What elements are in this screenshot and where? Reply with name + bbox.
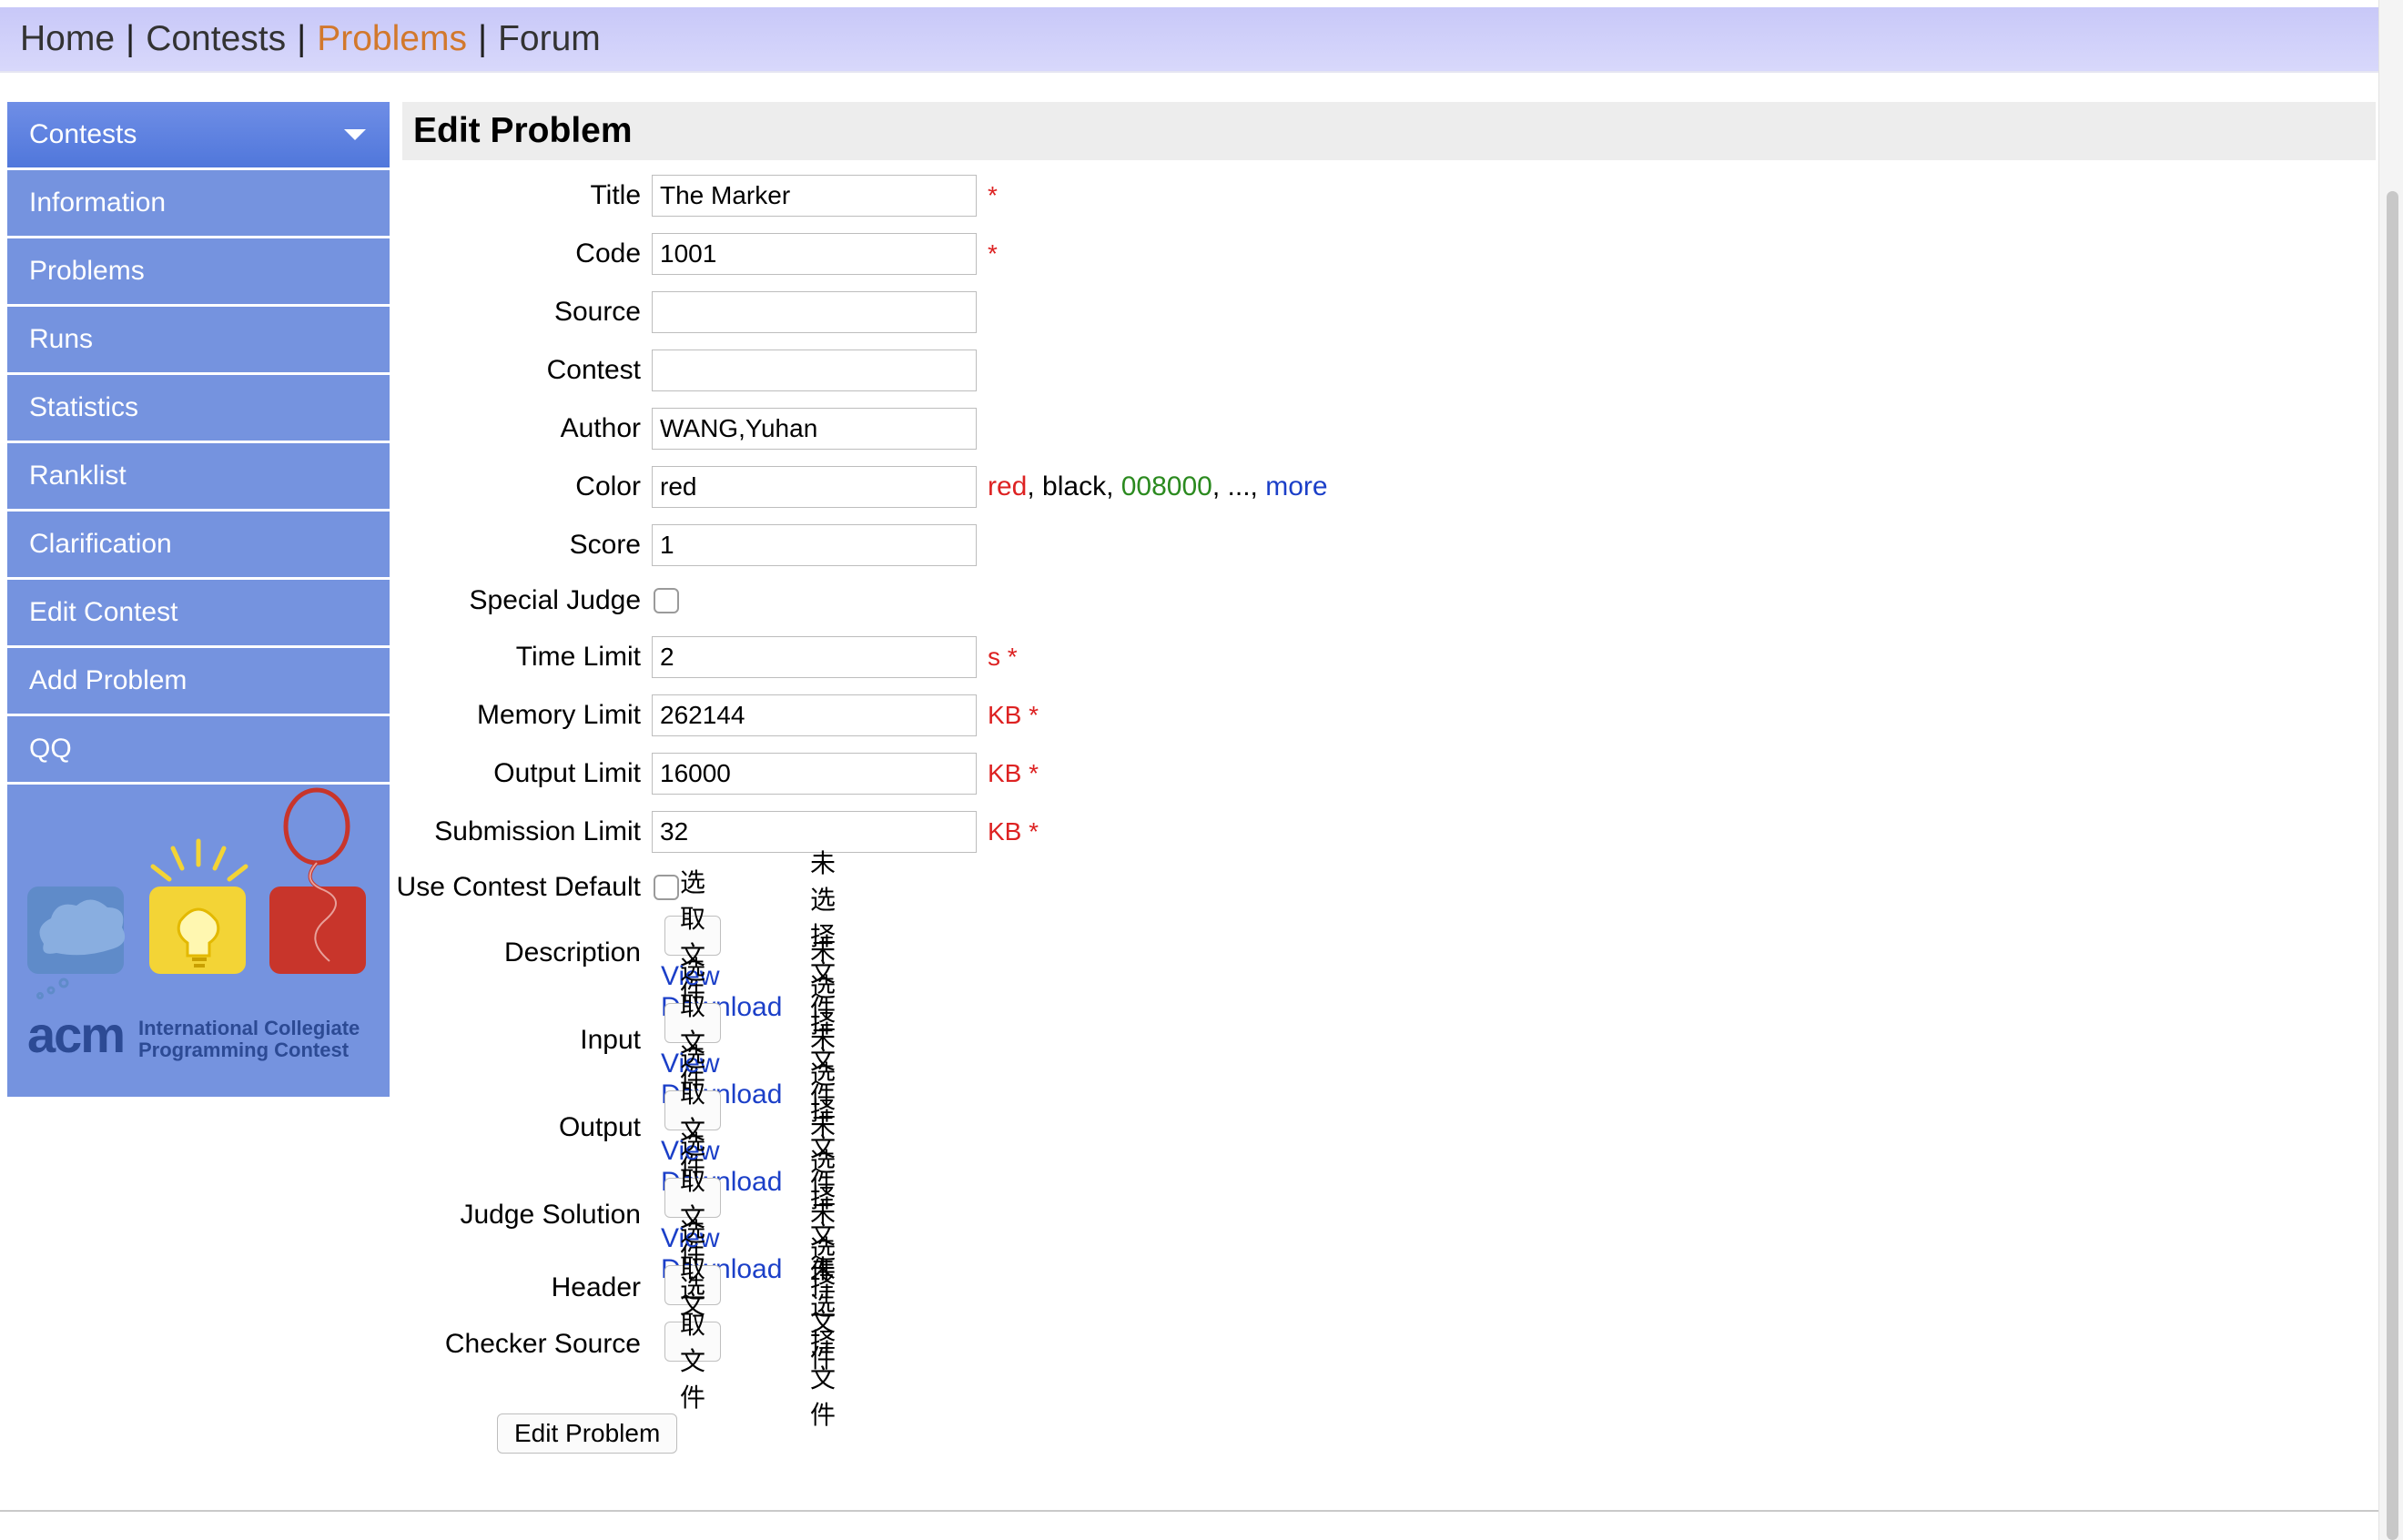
color-hint-sep: , (1027, 471, 1043, 502)
page-title: Edit Problem (402, 102, 2376, 160)
sidebar-item-add-problem[interactable]: Add Problem (7, 648, 390, 714)
special-judge-checkbox[interactable] (654, 588, 679, 613)
color-hint: red, black, 008000, ..., more (988, 471, 1328, 502)
author-label: Author (560, 413, 641, 443)
title-label: Title (590, 180, 641, 210)
row-memory-limit: Memory Limit KB * (400, 694, 1039, 737)
special-judge-label: Special Judge (469, 585, 641, 615)
row-special-judge: Special Judge (400, 579, 679, 623)
code-label: Code (575, 238, 641, 268)
sidebar-item-statistics[interactable]: Statistics (7, 375, 390, 441)
sidebar-item-runs[interactable]: Runs (7, 307, 390, 372)
sidebar-item-clarification[interactable]: Clarification (7, 512, 390, 577)
nav-separator: | (297, 19, 307, 58)
required-marker: * (988, 181, 998, 209)
acm-icpc-logo: acm International Collegiate Programming… (7, 785, 390, 1097)
scrollbar-thumb[interactable] (2387, 191, 2398, 1540)
time-limit-label: Time Limit (515, 642, 641, 672)
color-hint-red: red (988, 471, 1028, 502)
row-output-limit: Output Limit KB * (400, 752, 1039, 795)
required-marker: * (988, 239, 998, 268)
row-submission-limit: Submission Limit KB * (400, 810, 1039, 854)
output-limit-unit: KB * (988, 759, 1039, 787)
sidebar: Contests Information Problems Runs Stati… (7, 102, 390, 1097)
memory-limit-label: Memory Limit (476, 700, 641, 730)
description-label: Description (503, 937, 641, 968)
row-use-contest-default: Use Contest Default (397, 866, 679, 909)
row-color: Color red, black, 008000, ..., more (400, 465, 1328, 509)
edit-problem-submit-button[interactable]: Edit Problem (497, 1413, 678, 1454)
code-input[interactable] (652, 233, 977, 275)
sidebar-header-label: Contests (29, 119, 137, 149)
sidebar-item-ranklist[interactable]: Ranklist (7, 443, 390, 509)
color-input[interactable] (652, 466, 977, 508)
top-nav: Home | Contests | Problems | Forum (0, 7, 2378, 73)
submission-limit-unit: KB * (988, 817, 1039, 846)
color-hint-green: 008000 (1120, 471, 1212, 502)
logo-subtitle-line1: International Collegiate (138, 1017, 360, 1039)
submission-limit-label: Submission Limit (434, 816, 641, 846)
sidebar-item-edit-contest[interactable]: Edit Contest (7, 580, 390, 645)
color-hint-sep: , (1106, 471, 1121, 502)
header-label: Header (551, 1272, 641, 1302)
contest-input[interactable] (652, 350, 977, 391)
title-input[interactable] (652, 175, 977, 217)
sidebar-item-problems[interactable]: Problems (7, 238, 390, 304)
output-limit-input[interactable] (652, 753, 977, 795)
use-contest-default-label: Use Contest Default (396, 872, 641, 902)
color-label: Color (575, 471, 641, 502)
checker-source-choose-file-button[interactable]: 选取文件 (664, 1274, 722, 1412)
logo-subtitle: International Collegiate Programming Con… (138, 1018, 360, 1061)
nav-forum-link[interactable]: Forum (498, 19, 601, 59)
nav-home-link[interactable]: Home (20, 19, 115, 59)
output-label: Output (558, 1112, 641, 1142)
nav-problems-link[interactable]: Problems (317, 19, 467, 59)
sidebar-item-qq[interactable]: QQ (7, 716, 390, 782)
score-input[interactable] (652, 524, 977, 566)
nav-separator: | (477, 19, 488, 58)
memory-limit-input[interactable] (652, 694, 977, 736)
checker-source-label: Checker Source (444, 1329, 641, 1359)
sidebar-item-information[interactable]: Information (7, 170, 390, 236)
nav-contests-link[interactable]: Contests (146, 19, 286, 59)
source-label: Source (553, 297, 641, 327)
output-limit-label: Output Limit (493, 758, 641, 788)
source-input[interactable] (652, 291, 977, 333)
color-more-link[interactable]: more (1265, 471, 1327, 502)
row-code: Code * (400, 232, 998, 276)
color-hint-black: black (1042, 471, 1107, 502)
author-input[interactable] (652, 408, 977, 450)
time-limit-unit: s * (988, 643, 1018, 671)
row-contest: Contest (400, 349, 977, 392)
use-contest-default-checkbox[interactable] (654, 875, 679, 900)
contest-label: Contest (546, 355, 641, 385)
logo-acm-text: acm (27, 1006, 126, 1063)
color-hint-sep: , ..., (1212, 471, 1266, 502)
row-score: Score (400, 523, 977, 567)
logo-subtitle-line2: Programming Contest (138, 1038, 350, 1061)
footer-divider (0, 1510, 2378, 1512)
judge-solution-label: Judge Solution (460, 1200, 642, 1230)
memory-limit-unit: KB * (988, 701, 1039, 729)
row-source: Source (400, 290, 977, 334)
score-label: Score (569, 530, 641, 560)
input-label: Input (580, 1025, 641, 1055)
sidebar-header-contests[interactable]: Contests (7, 102, 390, 167)
time-limit-input[interactable] (652, 636, 977, 678)
row-author: Author (400, 407, 977, 451)
checker-source-no-file-text: 未选择文件 (810, 1255, 836, 1429)
nav-separator: | (126, 19, 136, 58)
row-title: Title * (400, 174, 998, 218)
row-time-limit: Time Limit s * (400, 635, 1018, 679)
caret-down-icon (344, 129, 366, 140)
